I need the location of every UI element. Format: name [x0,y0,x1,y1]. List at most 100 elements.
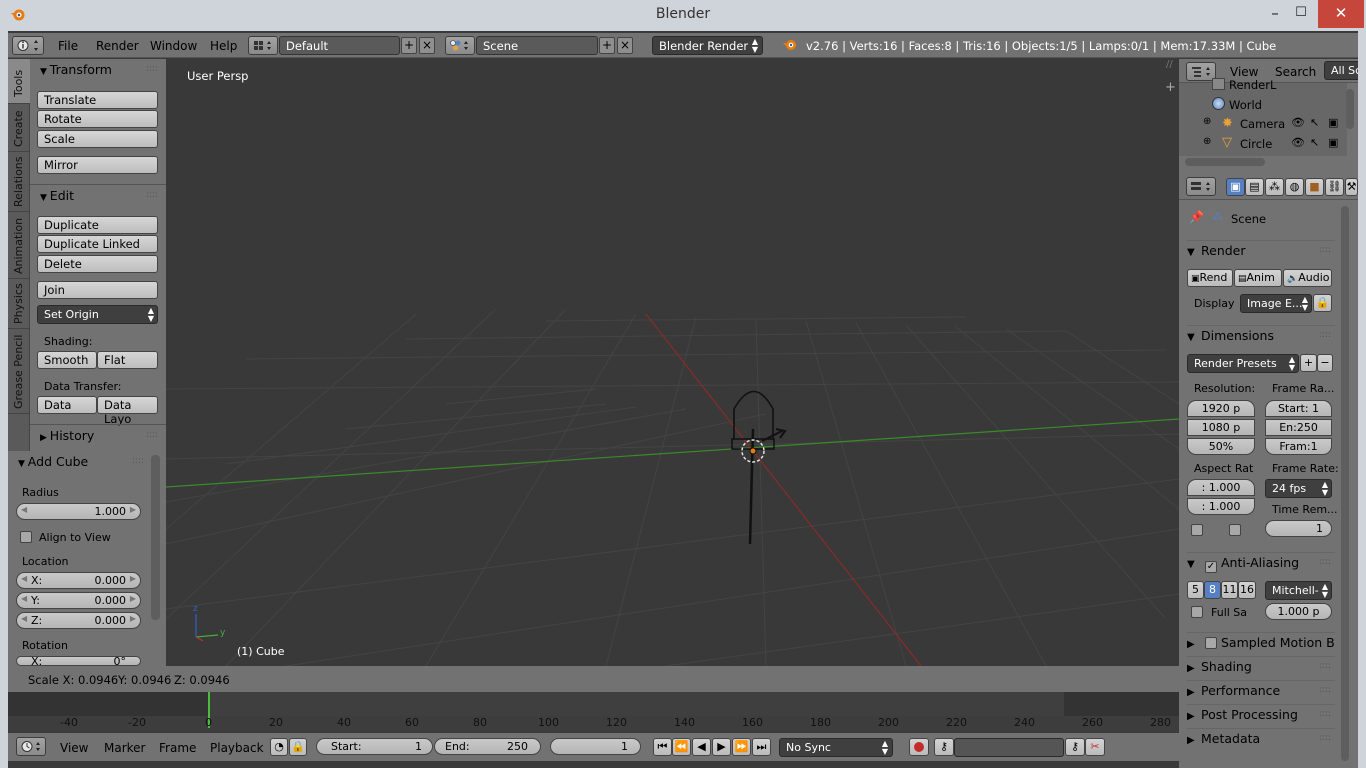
screen-layout-icon[interactable] [248,36,278,55]
aspect-x-field[interactable]: : 1.000 [1187,479,1255,496]
resolution-x-field[interactable]: 1920 p [1187,400,1255,417]
flat-button[interactable]: Flat [97,351,158,369]
menu-window[interactable]: Window [150,39,197,53]
frame-start-field[interactable]: Start: 1 [1265,400,1332,417]
aa-samples-11-button[interactable]: 11 [1221,581,1238,599]
duplicate-button[interactable]: Duplicate [37,216,158,234]
object-context-icon[interactable]: ■ [1305,178,1324,196]
sync-mode-select[interactable]: No Sync ▲ ▼ [779,738,893,757]
play-reverse-button[interactable]: ◀ [692,738,711,756]
anti-aliasing-panel-header[interactable]: ▼ ✓ Anti-Aliasing :::: [1187,552,1335,573]
performance-panel-header[interactable]: ▶ Performance :::: [1187,680,1335,701]
aa-samples-16-button[interactable]: 16 [1238,581,1256,599]
tab-create[interactable]: Create [8,104,30,152]
scene-icon[interactable] [445,36,475,55]
drag-handle-icon[interactable]: :::: [1319,557,1331,567]
properties-editor-type-button[interactable] [1186,177,1216,196]
pin-icon[interactable]: 📌 [1189,210,1204,224]
drag-handle-icon[interactable]: :::: [146,64,158,74]
menu-file[interactable]: File [58,39,78,53]
frame-rate-select[interactable]: 24 fps ▲ ▼ [1265,479,1332,498]
outliner-item-world[interactable]: World [1179,95,1347,114]
keying-set-field[interactable] [954,738,1064,757]
constraints-context-icon[interactable]: ⛓ [1325,178,1344,196]
visibility-eye-icon[interactable]: 👁 [1291,116,1305,129]
current-frame-field[interactable]: 1 [550,738,641,755]
lock-range-button[interactable]: 🔒 [289,738,307,756]
aa-filter-size-field[interactable]: 1.000 p [1265,603,1332,620]
editor-type-button[interactable] [12,36,44,55]
frame-end-field[interactable]: En:250 [1265,419,1332,436]
visibility-eye-icon[interactable]: 👁 [1291,136,1305,149]
transform-panel-header[interactable]: ▼ Transform :::: [30,59,166,81]
motion-blur-checkbox[interactable] [1204,637,1217,649]
timeline-menu-frame[interactable]: Frame [159,741,196,755]
mirror-button[interactable]: Mirror [37,156,158,174]
display-select[interactable]: Image E... ▲ ▼ [1240,294,1312,313]
operator-panel-header[interactable]: ▼ Add Cube :::: [8,451,148,473]
timeline-menu-view[interactable]: View [60,741,88,755]
dimensions-panel-header[interactable]: ▼ Dimensions :::: [1187,325,1335,346]
anti-aliasing-checkbox[interactable]: ✓ [1204,561,1217,573]
tab-tools[interactable]: Tools [8,59,30,104]
insert-keyframe-button[interactable]: ⚷ [1065,738,1085,756]
preview-range-button[interactable]: ◔ [270,738,288,756]
3d-viewport[interactable]: z y User Persp (1) Cube + // [166,59,1179,666]
drag-handle-icon[interactable]: :::: [146,190,158,200]
align-to-view-checkbox[interactable] [20,531,32,543]
record-button[interactable] [909,738,929,756]
history-panel-header[interactable]: ▶ History :::: [30,424,166,446]
timeline[interactable]: -40 -20 0 20 40 60 80 100 120 140 160 18… [8,692,1179,732]
keying-set-icon[interactable]: ⚷ [934,738,954,756]
duplicate-linked-button[interactable]: Duplicate Linked [37,235,158,253]
drag-handle-icon[interactable]: :::: [1319,330,1331,340]
add-screen-button[interactable]: + [401,37,417,54]
full-sample-checkbox[interactable] [1191,606,1203,618]
drag-handle-icon[interactable]: :::: [1319,709,1331,719]
motion-blur-panel-header[interactable]: ▶ Sampled Motion Blur [1187,632,1335,653]
render-layers-context-icon[interactable]: ▤ [1245,178,1264,196]
jump-keyframe-forward-button[interactable]: ⏩ [732,738,751,756]
selectable-arrow-icon[interactable]: ↖ [1310,136,1319,149]
location-y-field[interactable]: ◀ Y: 0.000 ▶ [16,592,141,609]
modifiers-context-icon[interactable]: ⚒ [1345,178,1358,196]
renderable-camera-icon[interactable]: ▣ [1328,116,1338,129]
render-still-button[interactable]: ▣Rend [1187,269,1233,287]
time-remap-field[interactable]: 1 [1265,520,1332,537]
render-animation-button[interactable]: ▤Anim [1234,269,1282,287]
outliner-hscrollbar[interactable] [1185,158,1265,166]
outliner-item-camera[interactable]: ⊕ ✸ Camera 👁 ↖ ▣ [1179,114,1347,133]
screen-layout-field[interactable]: Default [279,36,400,55]
aa-filter-select[interactable]: Mitchell- ▲ ▼ [1265,581,1332,600]
timeline-editor-type-button[interactable] [16,737,46,756]
remove-scene-button[interactable]: × [617,37,633,54]
play-button[interactable]: ▶ [712,738,731,756]
timeline-menu-playback[interactable]: Playback [210,741,264,755]
render-panel-header[interactable]: ▼ Render :::: [1187,240,1335,261]
frame-step-field[interactable]: Fram:1 [1265,438,1332,455]
tab-animation[interactable]: Animation [8,212,30,279]
jump-keyframe-back-button[interactable]: ⏪ [672,738,691,756]
world-context-icon[interactable]: ◍ [1285,178,1304,196]
render-engine-select[interactable]: Blender Render ▲ ▼ [652,36,763,55]
rotate-button[interactable]: Rotate [37,110,158,128]
menu-help[interactable]: Help [210,39,237,53]
radius-field[interactable]: ◀ 1.000 ▶ [16,503,141,520]
add-region-plus-icon[interactable]: + [1165,80,1176,95]
lock-interface-button[interactable]: 🔒 [1313,294,1332,312]
menu-render[interactable]: Render [96,39,139,53]
maximize-button[interactable]: ☐ [1284,0,1318,28]
jump-end-button[interactable]: ⏭ [752,738,771,756]
render-context-camera-icon[interactable]: ▣ [1226,178,1245,196]
jump-start-button[interactable]: ⏮ [653,738,672,756]
aa-samples-5-button[interactable]: 5 [1187,581,1204,599]
location-z-field[interactable]: ◀ Z: 0.000 ▶ [16,612,141,629]
resolution-y-field[interactable]: 1080 p [1187,419,1255,436]
post-processing-panel-header[interactable]: ▶ Post Processing :::: [1187,704,1335,725]
border-checkbox[interactable] [1191,524,1203,536]
outliner-vscrollbar[interactable] [1346,89,1354,129]
remove-screen-button[interactable]: × [419,37,435,54]
data-button[interactable]: Data [37,396,97,414]
corner-split-handle[interactable]: // [1166,59,1173,70]
scale-button[interactable]: Scale [37,130,158,148]
